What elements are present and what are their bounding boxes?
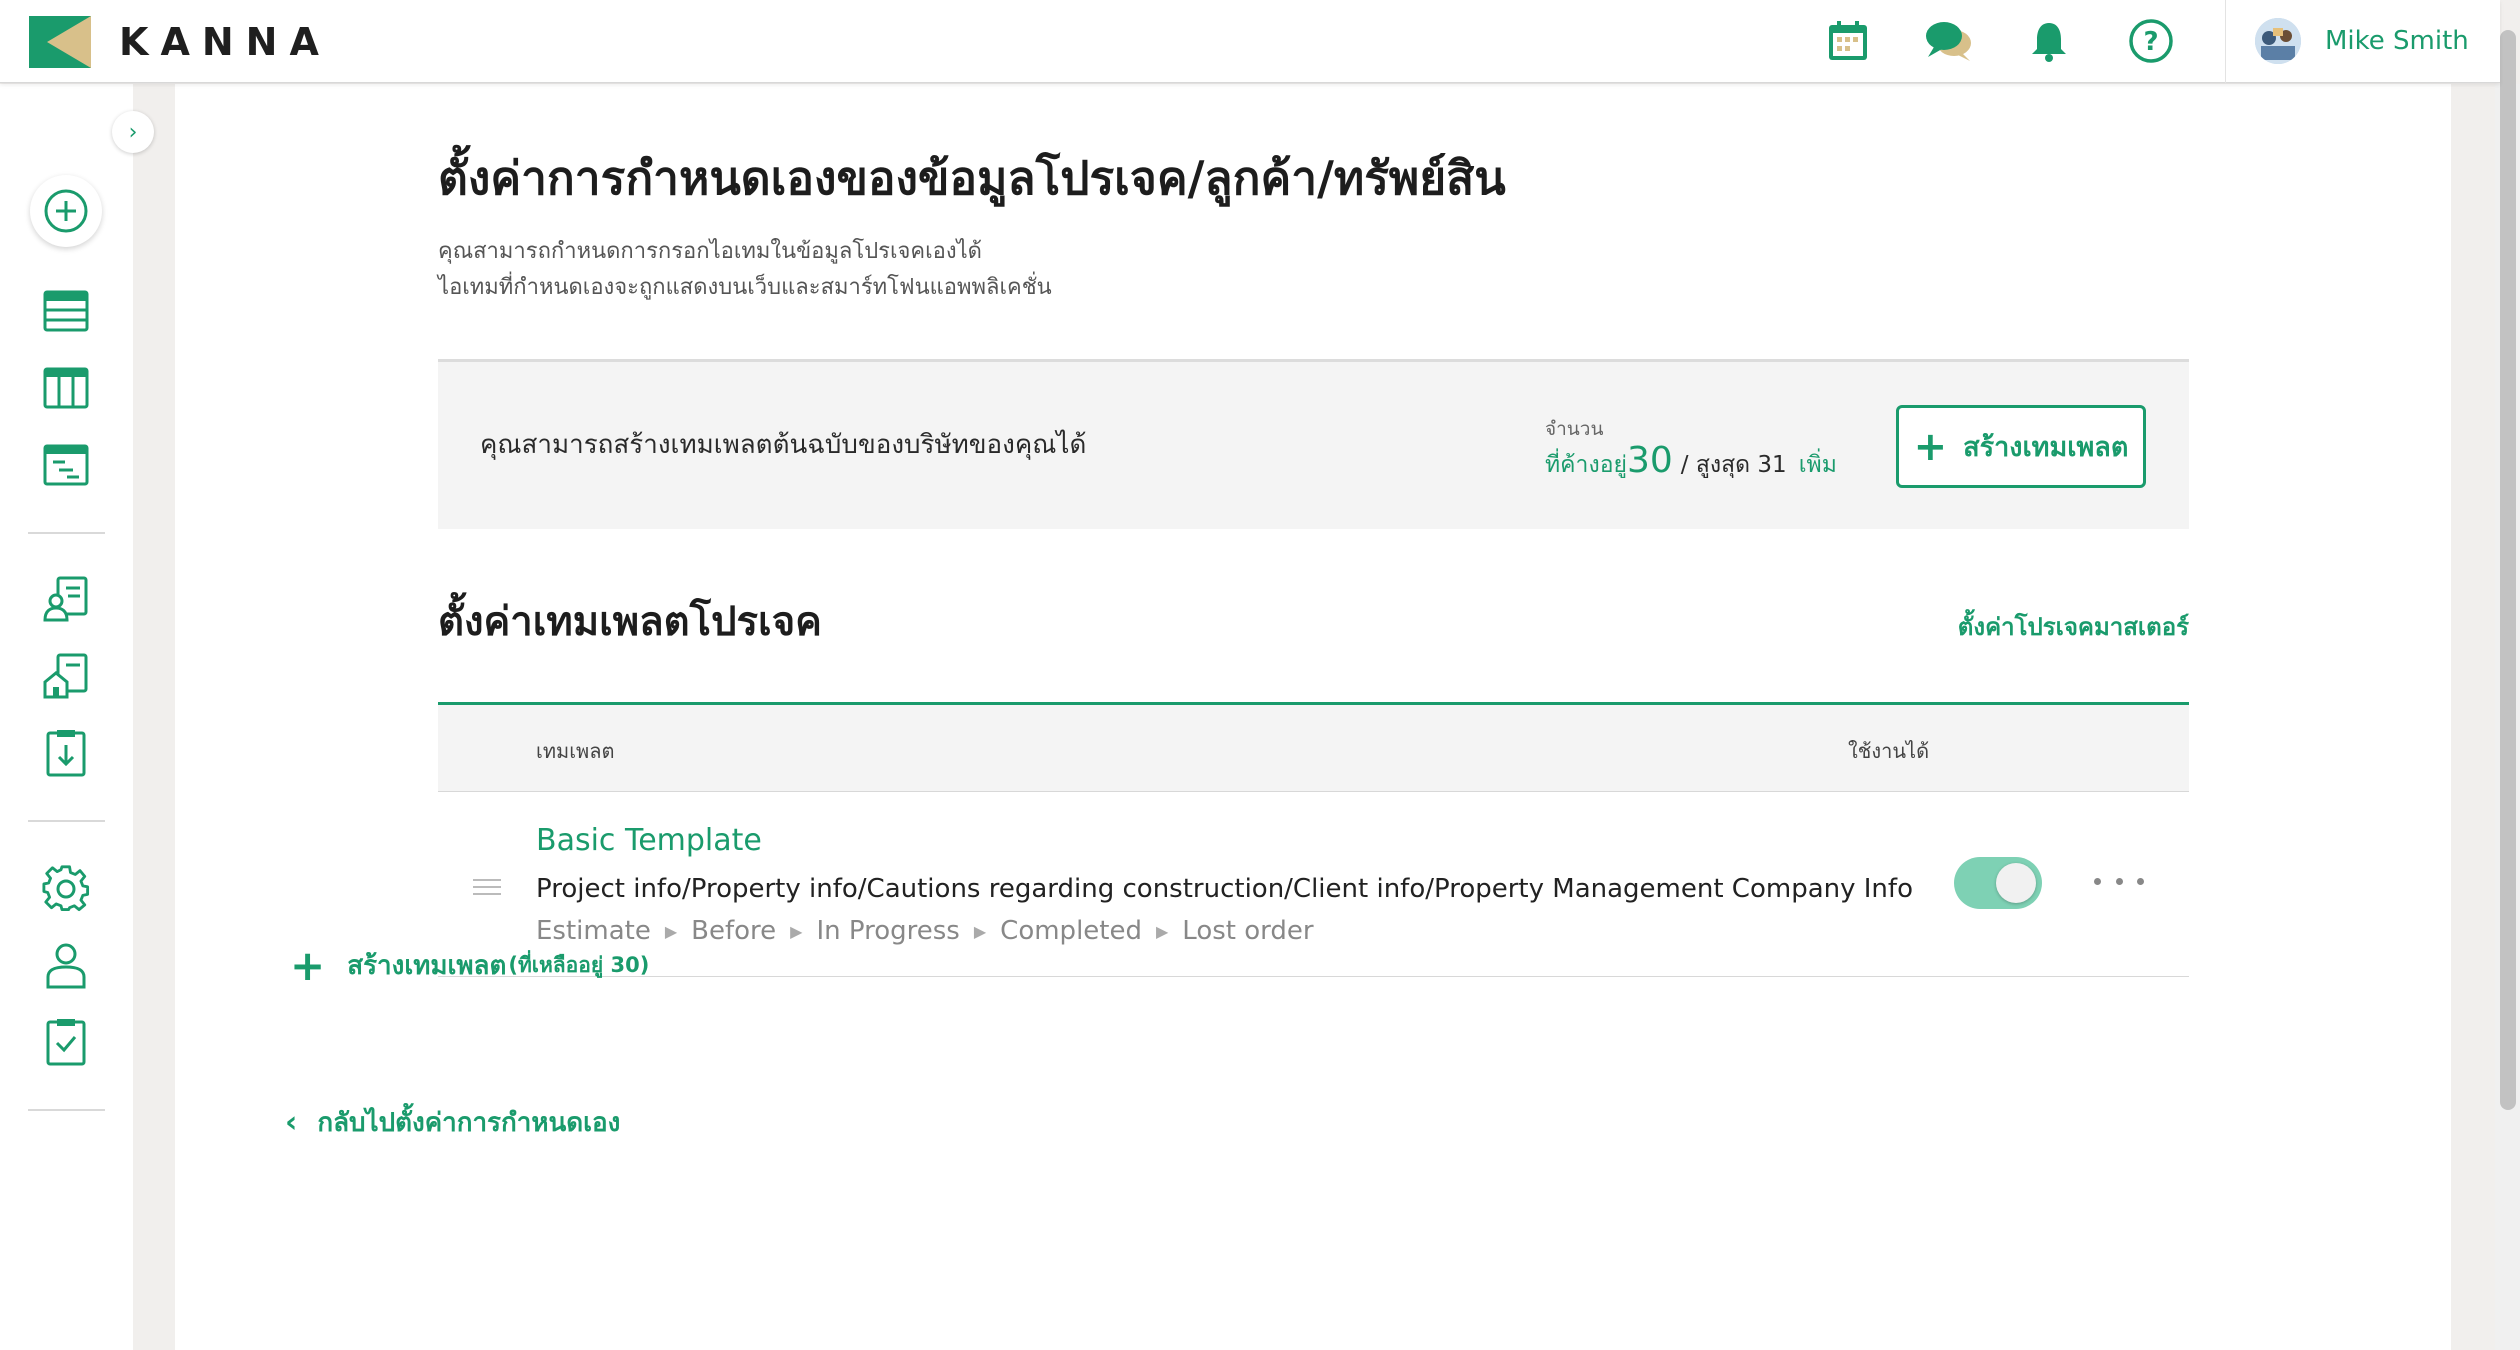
create-template-label: สร้างเทมเพลต xyxy=(1963,425,2128,468)
svg-text:?: ? xyxy=(2143,27,2158,57)
brand-name: KANNA xyxy=(119,20,331,64)
header-divider xyxy=(2225,0,2226,83)
plus-icon: + xyxy=(290,941,325,990)
gantt-icon xyxy=(43,444,89,486)
settings-gear-icon xyxy=(42,864,90,912)
drag-handle-icon[interactable] xyxy=(473,879,501,900)
sidebar-divider xyxy=(28,532,105,534)
chevron-left-icon: ‹ xyxy=(285,1105,297,1140)
page-title: ตั้งค่าการกำหนดเองของข้อมูลโปรเจค/ลูกค้า… xyxy=(438,142,1506,215)
remaining-prefix: ที่ค้างอยู่ xyxy=(1545,447,1627,483)
sidebar-item-board[interactable] xyxy=(36,358,96,418)
sidebar-item-client[interactable] xyxy=(36,569,96,629)
project-master-settings-link[interactable]: ตั้งค่าโปรเจคมาสเตอร์ xyxy=(1958,607,2189,646)
sidebar xyxy=(0,84,133,1350)
user-icon xyxy=(44,941,88,989)
section-title: ตั้งค่าเทมเพลตโปรเจค xyxy=(438,589,822,653)
description-line: คุณสามารถกำหนดการกรอกไอเทมในข้อมูลโปรเจค… xyxy=(438,234,1052,270)
triangle-right-icon: ▶ xyxy=(790,922,802,941)
triangle-right-icon: ▶ xyxy=(974,922,986,941)
checklist-icon xyxy=(44,1018,88,1066)
top-header: KANNA ? xyxy=(0,0,2500,83)
sidebar-divider xyxy=(28,1109,105,1111)
triangle-right-icon: ▶ xyxy=(665,922,677,941)
client-doc-icon xyxy=(42,575,90,623)
count-line: ที่ค้างอยู่ 30 / สูงสุด 31 เพิ่ม xyxy=(1545,440,1837,483)
chevron-right-icon: › xyxy=(129,120,138,145)
template-description: Project info/Property info/Cautions rega… xyxy=(536,874,1913,904)
stage-label: Lost order xyxy=(1182,916,1313,946)
table-header: เทมเพลต ใช้งานได้ xyxy=(438,702,2189,792)
chat-icon[interactable] xyxy=(1924,16,1974,66)
sidebar-item-settings[interactable] xyxy=(36,858,96,918)
template-name-link[interactable]: Basic Template xyxy=(536,823,762,858)
calendar-icon[interactable] xyxy=(1823,16,1873,66)
list-icon xyxy=(43,290,89,332)
description-line: ไอเทมที่กำหนดเองจะถูกแสดงบนเว็บและสมาร์ท… xyxy=(438,270,1052,306)
kanna-logo-mark-icon xyxy=(29,16,91,68)
user-menu[interactable]: Mike Smith xyxy=(2255,18,2469,64)
max-count: / สูงสุด 31 xyxy=(1681,447,1787,483)
sidebar-item-checklist[interactable] xyxy=(36,1012,96,1072)
main-content: ตั้งค่าการกำหนดเองของข้อมูลโปรเจค/ลูกค้า… xyxy=(175,84,2451,1350)
template-table: เทมเพลต ใช้งานได้ Basic Template Project… xyxy=(438,702,2189,977)
add-template-label: สร้างเทมเพลต xyxy=(347,945,506,986)
sidebar-item-property[interactable] xyxy=(36,646,96,706)
template-quota-banner: คุณสามารถสร้างเทมเพลตต้นฉบับของบริษัทของ… xyxy=(438,359,2189,529)
sidebar-divider xyxy=(28,820,105,822)
add-new-button[interactable] xyxy=(30,175,102,247)
back-link-label: กลับไปตั้งค่าการกำหนดเอง xyxy=(317,1102,620,1143)
sidebar-item-user[interactable] xyxy=(36,935,96,995)
banner-text: คุณสามารถสร้างเทมเพลตต้นฉบับของบริษัทของ… xyxy=(480,424,1086,465)
template-stages: Estimate ▶ Before ▶ In Progress ▶ Comple… xyxy=(536,916,1314,946)
kanna-logo[interactable]: KANNA xyxy=(29,16,331,68)
table-row: Basic Template Project info/Property inf… xyxy=(438,792,2189,977)
board-icon xyxy=(43,367,89,409)
stage-label: In Progress xyxy=(816,916,959,946)
property-icon xyxy=(42,652,90,700)
sidebar-item-list[interactable] xyxy=(36,281,96,341)
add-template-remaining: (ที่เหลืออยู่ 30) xyxy=(508,949,649,982)
column-header-active: ใช้งานได้ xyxy=(1848,735,1929,767)
sidebar-item-download[interactable] xyxy=(36,723,96,783)
right-gutter xyxy=(2451,84,2495,1350)
sidebar-collapse-button[interactable]: › xyxy=(112,111,154,153)
stage-label: Before xyxy=(691,916,776,946)
plus-icon: + xyxy=(1914,424,1948,470)
add-template-link[interactable]: + สร้างเทมเพลต (ที่เหลืออยู่ 30) xyxy=(290,941,649,990)
page-description: คุณสามารถกำหนดการกรอกไอเทมในข้อมูลโปรเจค… xyxy=(438,234,1052,306)
toggle-knob xyxy=(1996,863,2036,903)
back-to-customization-link[interactable]: ‹ กลับไปตั้งค่าการกำหนดเอง xyxy=(285,1102,620,1143)
help-icon[interactable]: ? xyxy=(2126,16,2176,66)
active-toggle[interactable] xyxy=(1954,857,2042,909)
triangle-right-icon: ▶ xyxy=(1156,922,1168,941)
stage-label: Completed xyxy=(1000,916,1142,946)
create-template-button[interactable]: + สร้างเทมเพลต xyxy=(1896,405,2146,488)
column-header-template: เทมเพลต xyxy=(536,735,614,767)
remaining-count: 30 xyxy=(1627,440,1673,481)
avatar xyxy=(2255,18,2301,64)
add-icon xyxy=(43,188,89,234)
sidebar-item-gantt[interactable] xyxy=(36,435,96,495)
add-quota-link[interactable]: เพิ่ม xyxy=(1799,447,1837,483)
scrollbar-thumb[interactable] xyxy=(2500,30,2516,1110)
download-doc-icon xyxy=(44,729,88,777)
user-name: Mike Smith xyxy=(2325,26,2469,56)
bell-icon[interactable] xyxy=(2024,16,2074,66)
more-options-icon[interactable] xyxy=(2094,864,2144,898)
